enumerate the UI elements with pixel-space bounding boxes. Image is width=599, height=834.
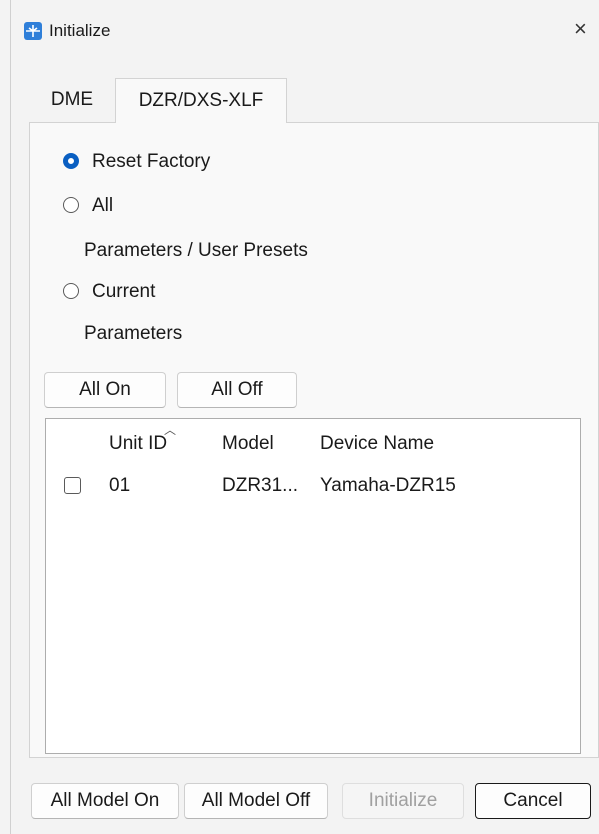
title-bar: Initialize × [11, 0, 599, 62]
column-header-unit-id[interactable]: Unit ID [109, 433, 167, 455]
row-unit-id: 01 [109, 475, 131, 496]
unit-table: ︿ Unit ID Model Device Name 01 DZR31... … [45, 418, 581, 754]
tab-dme[interactable]: DME [29, 78, 115, 122]
all-label: All [92, 195, 114, 216]
current-radio[interactable] [63, 283, 79, 299]
reset-factory-radio[interactable] [63, 153, 79, 169]
window-title: Initialize [49, 21, 111, 40]
initialize-dialog: Initialize × DME DZR/DXS-XLF Reset Facto… [10, 0, 599, 834]
row-device-name: Yamaha-DZR15 [320, 475, 456, 496]
all-on-button[interactable]: All On [44, 372, 166, 408]
row-model: DZR31... [222, 475, 299, 496]
current-label: Current [92, 281, 156, 302]
reset-factory-label: Reset Factory [92, 151, 211, 172]
close-icon[interactable]: × [574, 17, 587, 41]
all-description: Parameters / User Presets [84, 240, 308, 261]
tab-dzr-dxs-xlf[interactable]: DZR/DXS-XLF [115, 78, 287, 123]
all-model-off-button[interactable]: All Model Off [184, 783, 328, 819]
cancel-button[interactable]: Cancel [475, 783, 591, 819]
column-header-model[interactable]: Model [222, 433, 274, 455]
current-description: Parameters [84, 323, 183, 344]
initialize-app-icon [24, 22, 42, 40]
all-off-button[interactable]: All Off [177, 372, 297, 408]
all-radio[interactable] [63, 197, 79, 213]
row-checkbox[interactable] [64, 477, 81, 494]
all-model-on-button[interactable]: All Model On [31, 783, 179, 819]
column-header-device-name[interactable]: Device Name [320, 433, 434, 455]
initialize-button[interactable]: Initialize [342, 783, 464, 819]
